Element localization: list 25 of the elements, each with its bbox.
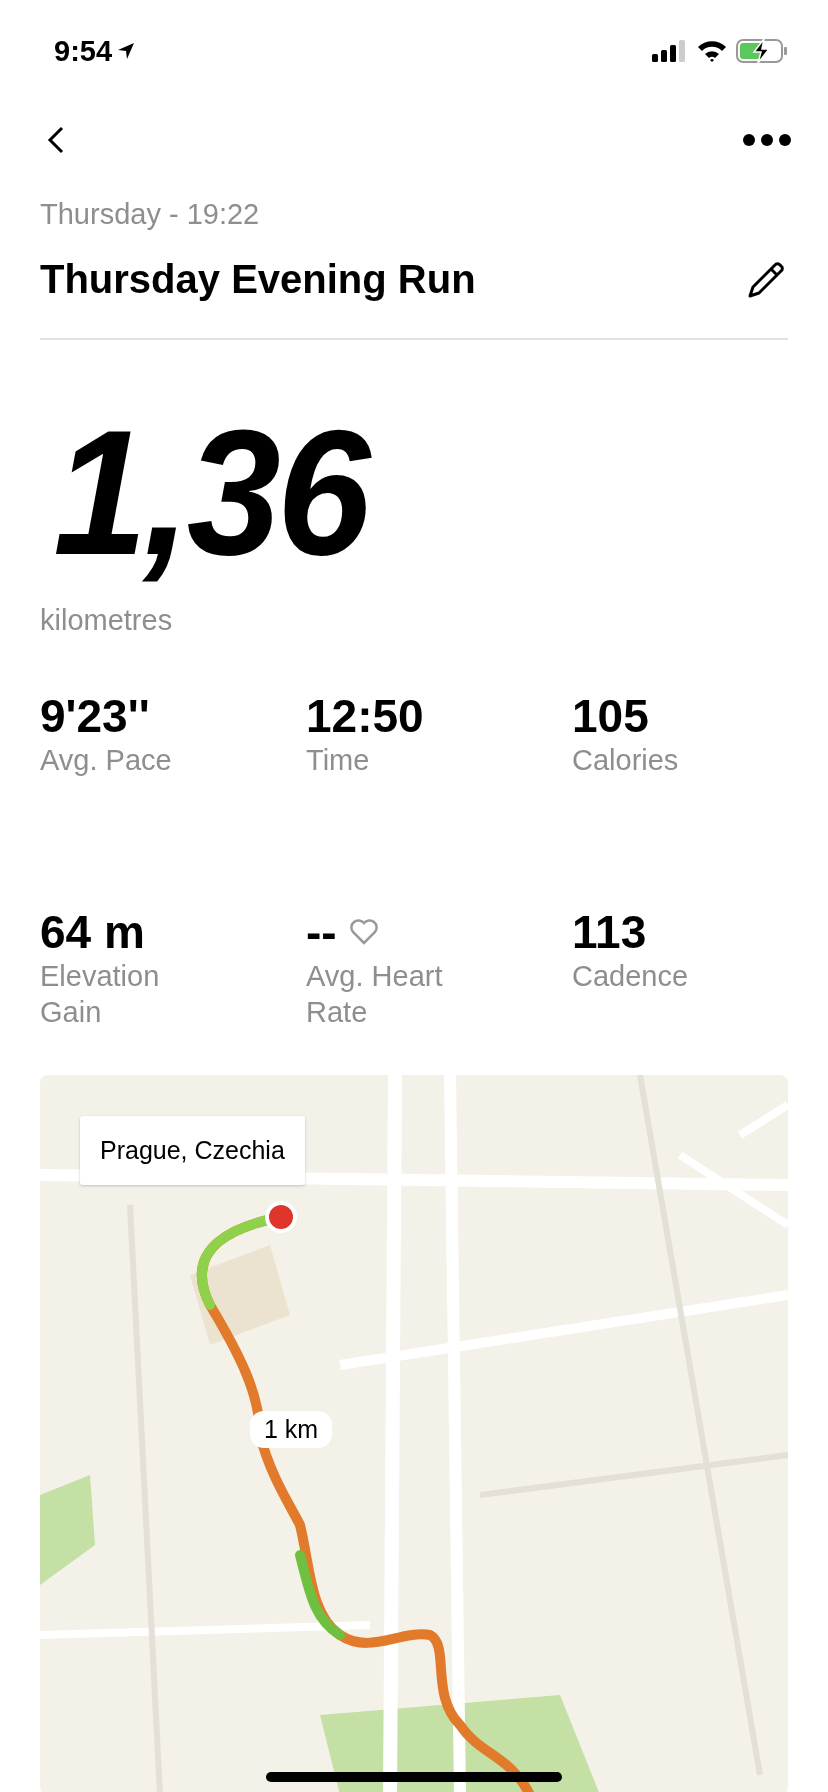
distance-unit: kilometres [39, 604, 174, 637]
distance-value: 1,36 [52, 404, 370, 582]
signal-icon [652, 40, 688, 62]
location-arrow-icon [116, 41, 137, 61]
more-button[interactable] [742, 133, 792, 147]
stat-value: 12:50 [306, 691, 424, 742]
stat-label: Cadence [572, 958, 690, 994]
stat-value: 64 m [40, 907, 145, 958]
stat-value: 105 [572, 691, 649, 742]
distance-marker: 1 km [250, 1411, 333, 1448]
activity-title: Thursday Evening Run [40, 257, 476, 302]
status-time: 9:54 [54, 34, 113, 68]
stat-label: Calories [572, 742, 680, 778]
wifi-icon [696, 39, 728, 63]
stat-value: 113 [572, 907, 647, 958]
stat-label: Avg. Pace [40, 742, 173, 778]
activity-date: Thursday - 19:22 [40, 198, 261, 231]
stat-value: 9'23'' [40, 691, 150, 742]
stat-label: Elevation Gain [40, 958, 161, 1030]
stat-label: Time [306, 742, 371, 778]
heart-icon [348, 919, 379, 946]
stat-value: -- [306, 907, 337, 958]
battery-charging-icon [736, 38, 788, 64]
stat-label: Avg. Heart Rate [306, 958, 444, 1030]
place-label: Prague, Czechia [80, 1116, 305, 1185]
